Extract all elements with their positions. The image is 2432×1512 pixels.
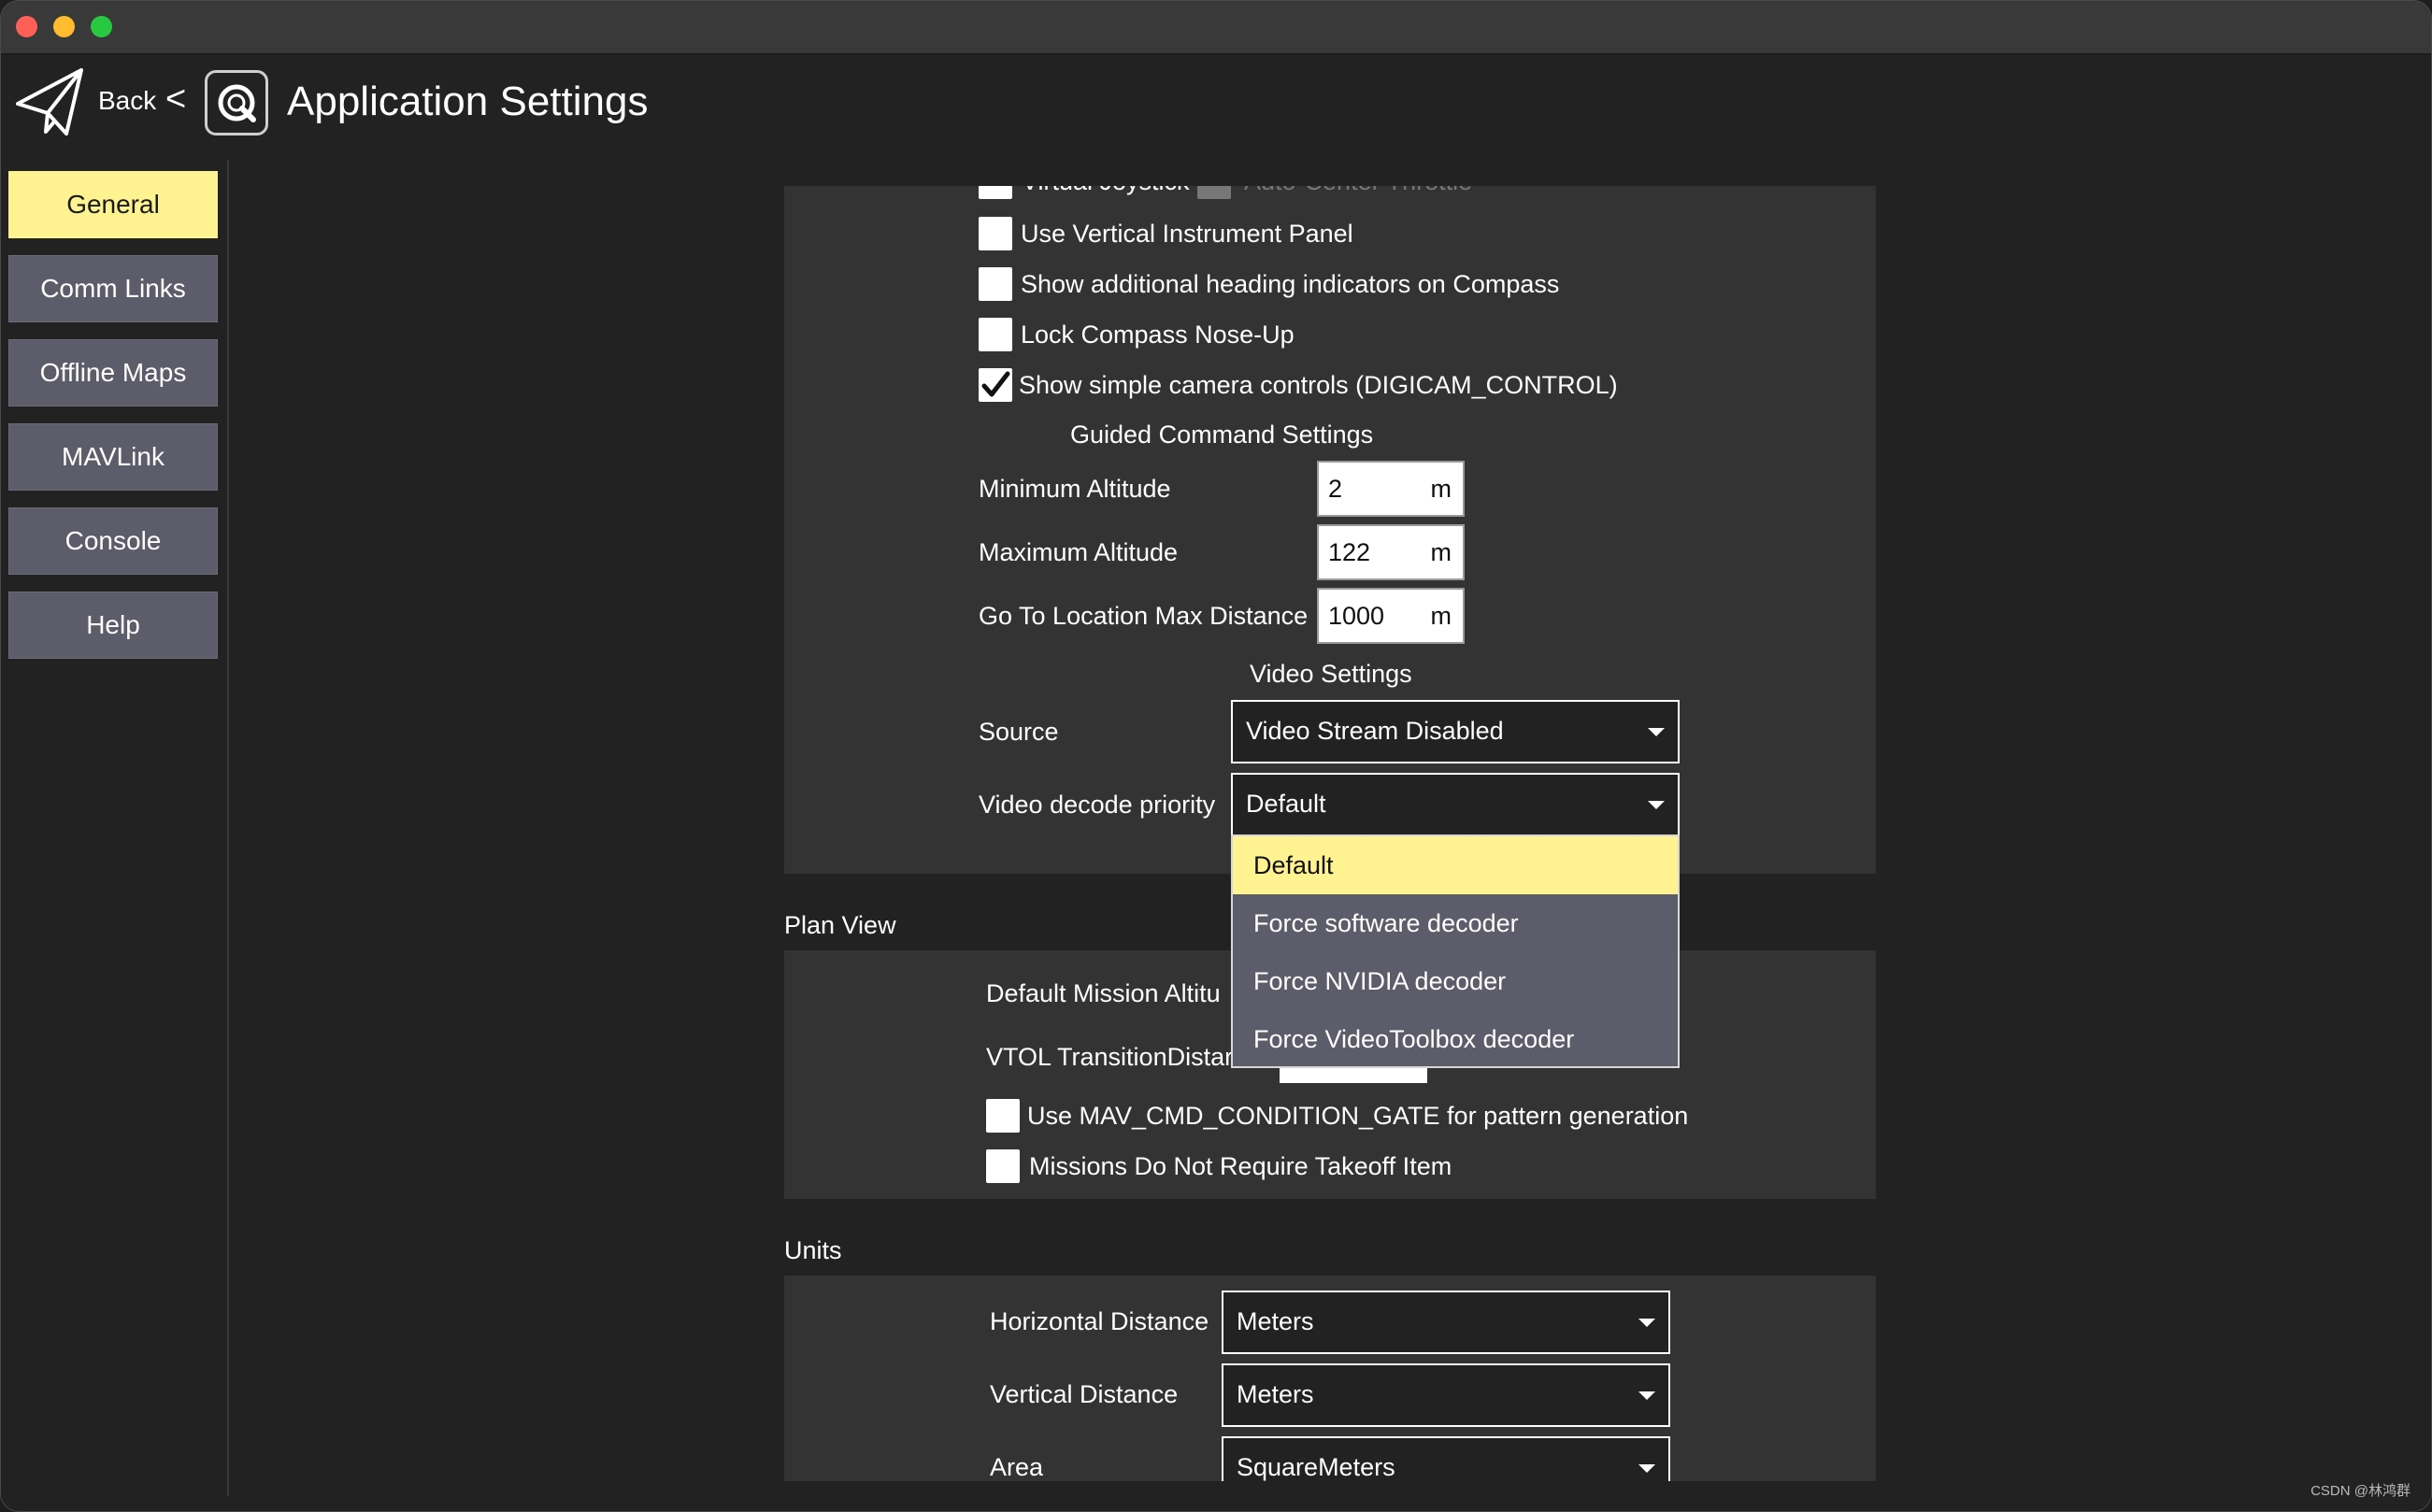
chevron-down-icon <box>1648 801 1665 809</box>
dropdown-option-videotoolbox[interactable]: Force VideoToolbox decoder <box>1233 1010 1678 1068</box>
q-logo-glyph-icon <box>218 84 256 122</box>
decode-priority-value: Default <box>1246 790 1326 818</box>
goto-distance-label: Go To Location Max Distance <box>979 602 1309 630</box>
vertical-distance-select[interactable]: Meters <box>1222 1363 1670 1427</box>
sidebar-item-help[interactable]: Help <box>8 592 218 659</box>
vertical-instrument-checkbox[interactable] <box>979 217 1012 250</box>
decode-priority-select[interactable]: Default <box>1231 773 1680 836</box>
video-source-select[interactable]: Video Stream Disabled <box>1231 700 1680 763</box>
vertical-distance-label: Vertical Distance <box>990 1380 1179 1408</box>
sidebar-item-mavlink[interactable]: MAVLink <box>8 423 218 491</box>
minimize-window-button[interactable] <box>53 16 75 37</box>
zoom-window-button[interactable] <box>91 16 112 37</box>
dropdown-option-nvidia[interactable]: Force NVIDIA decoder <box>1233 952 1678 1010</box>
heading-indicators-checkbox[interactable] <box>979 267 1012 301</box>
heading-indicators-label: Show additional heading indicators on Co… <box>1021 270 1560 298</box>
chevron-down-icon <box>1648 728 1665 736</box>
goto-distance-field[interactable]: 1000 m <box>1317 588 1465 644</box>
clipped-row: Virtual Joystick Auto-Center Throttle <box>973 186 1627 201</box>
vertical-distance-value: Meters <box>1237 1380 1314 1408</box>
dropdown-option-software[interactable]: Force software decoder <box>1233 894 1678 952</box>
horizontal-distance-value: Meters <box>1237 1307 1314 1335</box>
takeoff-item-label: Missions Do Not Require Takeoff Item <box>1029 1152 1452 1180</box>
title-bar <box>1 1 2431 54</box>
condition-gate-checkbox[interactable] <box>986 1099 1020 1133</box>
horizontal-distance-label: Horizontal Distance <box>990 1307 1209 1335</box>
max-altitude-label: Maximum Altitude <box>979 538 1179 566</box>
lock-compass-checkbox[interactable] <box>979 318 1012 351</box>
auto-center-checkbox[interactable] <box>1197 186 1231 199</box>
page-title: Application Settings <box>287 78 649 124</box>
plan-view-title: Plan View <box>784 911 896 939</box>
virtual-joystick-label: Virtual Joystick <box>1022 186 1190 196</box>
close-window-button[interactable] <box>16 16 37 37</box>
paper-plane-icon[interactable] <box>14 66 85 137</box>
settings-sidebar: General Comm Links Offline Maps MAVLink … <box>1 160 229 1496</box>
default-mission-altitude-label: Default Mission Altitu <box>986 979 1221 1007</box>
area-label: Area <box>990 1453 1044 1481</box>
chevron-left-icon: < <box>165 79 187 119</box>
goto-distance-value: 1000 <box>1328 602 1385 630</box>
checkmark-icon <box>981 371 1010 397</box>
vertical-instrument-label: Use Vertical Instrument Panel <box>1021 220 1353 248</box>
video-source-label: Source <box>979 718 1059 746</box>
max-altitude-unit: m <box>1430 538 1452 566</box>
video-source-value: Video Stream Disabled <box>1246 717 1504 745</box>
area-select[interactable]: SquareMeters <box>1222 1436 1670 1481</box>
chevron-down-icon <box>1638 1319 1655 1327</box>
sidebar-item-general[interactable]: General <box>8 171 218 238</box>
min-altitude-label: Minimum Altitude <box>979 475 1171 503</box>
sidebar-item-comm-links[interactable]: Comm Links <box>8 255 218 322</box>
qgc-logo-icon[interactable] <box>205 70 268 136</box>
units-title: Units <box>784 1236 842 1264</box>
lock-compass-label: Lock Compass Nose-Up <box>1021 321 1295 349</box>
decode-priority-dropdown: Default Force software decoder Force NVI… <box>1231 834 1680 1068</box>
sidebar-item-console[interactable]: Console <box>8 507 218 575</box>
horizontal-distance-select[interactable]: Meters <box>1222 1291 1670 1354</box>
min-altitude-value: 2 <box>1328 475 1343 503</box>
watermark: CSDN @林鸿群 <box>2310 1483 2411 1499</box>
guided-settings-heading: Guided Command Settings <box>1070 421 1374 449</box>
min-altitude-field[interactable]: 2 m <box>1317 461 1465 517</box>
decode-priority-label: Video decode priority <box>979 791 1216 819</box>
area-value: SquareMeters <box>1237 1453 1395 1481</box>
camera-controls-checkbox[interactable] <box>979 368 1012 402</box>
max-altitude-field[interactable]: 122 m <box>1317 524 1465 580</box>
app-window: Back < Application Settings General Comm… <box>0 0 2432 1512</box>
min-altitude-unit: m <box>1430 475 1452 503</box>
units-panel: Horizontal Distance Meters Vertical Dist… <box>784 1276 1876 1481</box>
auto-center-label: Auto-Center Throttle <box>1244 186 1472 196</box>
condition-gate-label: Use MAV_CMD_CONDITION_GATE for pattern g… <box>1027 1102 1689 1130</box>
chevron-down-icon <box>1638 1464 1655 1473</box>
back-button[interactable]: Back <box>98 86 156 116</box>
vtol-transition-label: VTOL TransitionDistar <box>986 1043 1234 1071</box>
video-settings-heading: Video Settings <box>1250 660 1412 688</box>
virtual-joystick-checkbox[interactable] <box>979 186 1012 199</box>
sidebar-item-offline-maps[interactable]: Offline Maps <box>8 339 218 407</box>
camera-controls-label: Show simple camera controls (DIGICAM_CON… <box>1019 371 1618 399</box>
max-altitude-value: 122 <box>1328 538 1371 566</box>
takeoff-item-checkbox[interactable] <box>986 1149 1020 1183</box>
dropdown-option-default[interactable]: Default <box>1233 836 1678 894</box>
chevron-down-icon <box>1638 1391 1655 1400</box>
goto-distance-unit: m <box>1430 602 1452 630</box>
